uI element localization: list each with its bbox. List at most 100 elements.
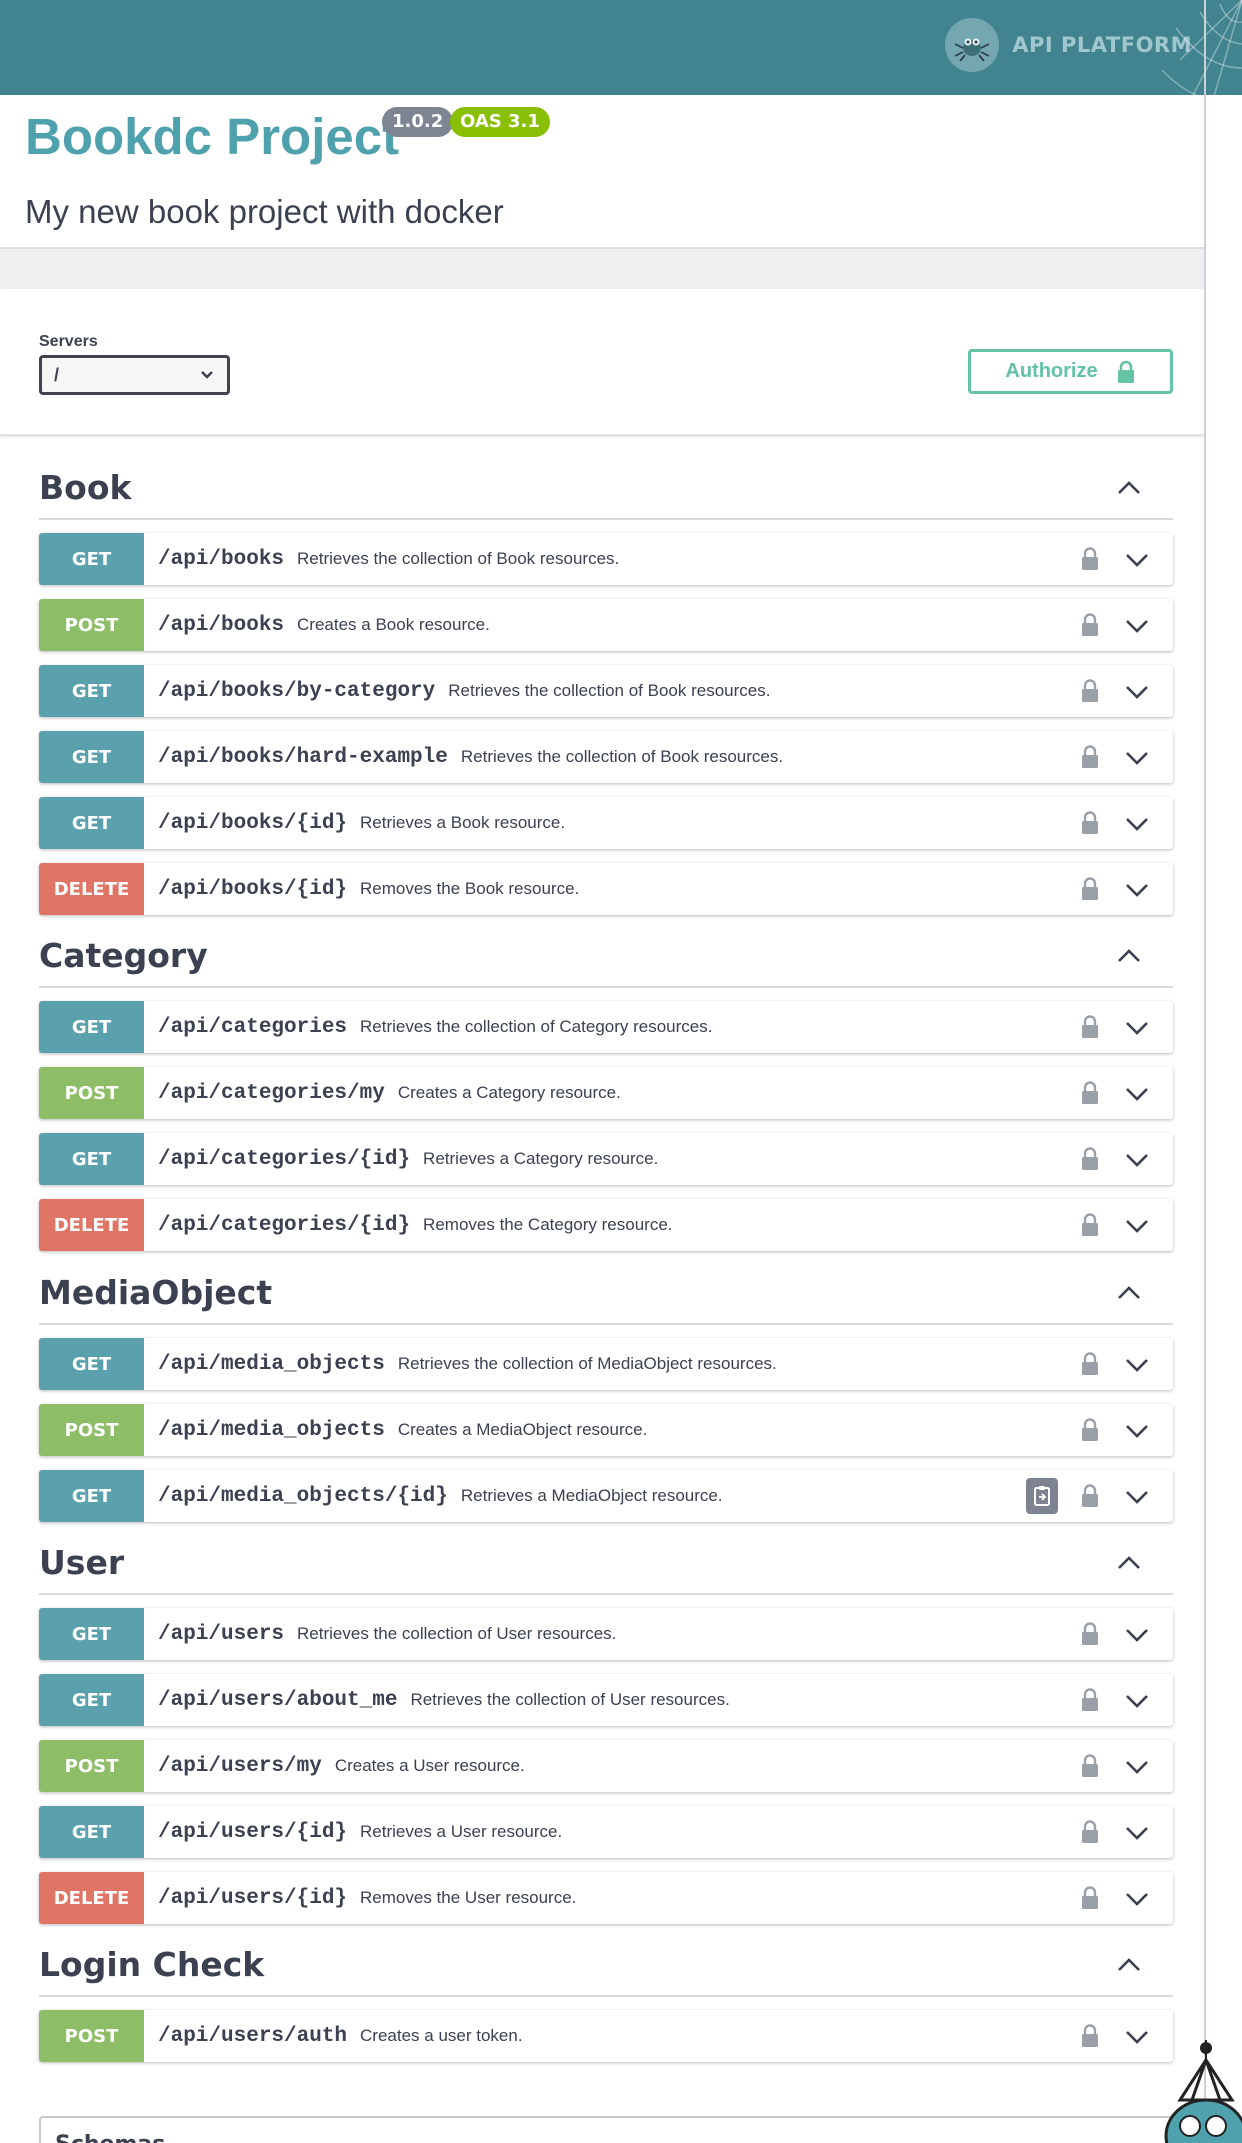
section-divider	[39, 518, 1173, 520]
operation-row[interactable]: GET/api/media_objects Retrieves the colle…	[39, 1338, 1173, 1390]
schemas-section[interactable]: Schemas	[39, 2116, 1173, 2143]
servers-selected-value: /	[54, 365, 60, 385]
chevron-down-icon[interactable]	[1123, 745, 1151, 774]
lock-icon[interactable]	[1079, 2023, 1101, 2054]
chevron-up-icon[interactable]	[1112, 1547, 1146, 1581]
section-title-mediaobject[interactable]: MediaObject	[39, 1273, 272, 1312]
chevron-down-icon[interactable]	[1123, 547, 1151, 576]
lock-icon[interactable]	[1079, 1014, 1101, 1045]
operation-row[interactable]: GET/api/users Retrieves the collection of…	[39, 1608, 1173, 1660]
lock-icon[interactable]	[1079, 1417, 1101, 1448]
chevron-down-icon[interactable]	[1123, 1484, 1151, 1513]
chevron-down-icon[interactable]	[1123, 1754, 1151, 1783]
method-badge-delete: DELETE	[39, 1199, 144, 1251]
operation-summary: Retrieves the collection of User resourc…	[297, 1624, 617, 1643]
chevron-down-icon[interactable]	[1123, 1081, 1151, 1110]
servers-select[interactable]: /	[39, 355, 230, 395]
chevron-down-icon[interactable]	[1123, 613, 1151, 642]
operation-row[interactable]: GET/api/books Retrieves the collection of…	[39, 533, 1173, 585]
operation-row[interactable]: GET/api/categories/{id} Retrieves a Categ…	[39, 1133, 1173, 1185]
operation-path: /api/books/hard-example	[158, 745, 448, 769]
lock-icon[interactable]	[1079, 744, 1101, 775]
lock-icon[interactable]	[1079, 1687, 1101, 1718]
authorize-button[interactable]: Authorize	[968, 349, 1173, 394]
section-title-login-check[interactable]: Login Check	[39, 1945, 264, 1984]
operation-row[interactable]: GET/api/books/hard-example Retrieves the …	[39, 731, 1173, 783]
operation-row[interactable]: POST/api/categories/my Creates a Category…	[39, 1067, 1173, 1119]
chevron-down-icon[interactable]	[1123, 1622, 1151, 1651]
operation-row[interactable]: GET/api/categories Retrieves the collecti…	[39, 1001, 1173, 1053]
lock-icon[interactable]	[1079, 1351, 1101, 1382]
chevron-up-icon[interactable]	[1112, 1277, 1146, 1311]
operation-path: /api/users	[158, 1622, 285, 1646]
lock-icon[interactable]	[1079, 612, 1101, 643]
method-badge-get: GET	[39, 1338, 144, 1390]
operation-row[interactable]: POST/api/books Creates a Book resource.	[39, 599, 1173, 651]
servers-label: Servers	[39, 333, 98, 350]
operation-path: /api/books/by-category	[158, 679, 436, 703]
method-badge-get: GET	[39, 1001, 144, 1053]
section-divider	[39, 1323, 1173, 1325]
lock-icon[interactable]	[1079, 1621, 1101, 1652]
method-badge-post: POST	[39, 1067, 144, 1119]
lock-icon[interactable]	[1079, 1819, 1101, 1850]
chevron-down-icon[interactable]	[1123, 1820, 1151, 1849]
lock-icon[interactable]	[1079, 810, 1101, 841]
chevron-down-icon[interactable]	[1123, 877, 1151, 906]
chevron-down-icon[interactable]	[1123, 1886, 1151, 1915]
copy-to-clipboard-icon[interactable]	[1026, 1478, 1058, 1514]
operation-path: /api/users/{id}	[158, 1820, 348, 1844]
operation-path: /api/books	[158, 613, 285, 637]
lock-icon[interactable]	[1079, 1212, 1101, 1243]
lock-icon[interactable]	[1079, 678, 1101, 709]
lock-icon[interactable]	[1079, 1080, 1101, 1111]
spacer-band	[0, 249, 1204, 289]
operation-row[interactable]: GET/api/media_objects/{id} Retrieves a Me…	[39, 1470, 1173, 1522]
operation-path: /api/categories/{id}	[158, 1213, 411, 1237]
operation-row[interactable]: GET/api/users/{id} Retrieves a User resou…	[39, 1806, 1173, 1858]
chevron-down-icon[interactable]	[1123, 679, 1151, 708]
lock-icon[interactable]	[1079, 1753, 1101, 1784]
lock-icon[interactable]	[1079, 546, 1101, 577]
method-badge-get: GET	[39, 665, 144, 717]
section-title-user[interactable]: User	[39, 1543, 124, 1582]
method-badge-get: GET	[39, 1674, 144, 1726]
chevron-up-icon[interactable]	[1112, 940, 1146, 974]
operation-path: /api/users/about_me	[158, 1688, 398, 1712]
chevron-down-icon[interactable]	[1123, 1015, 1151, 1044]
method-badge-post: POST	[39, 1404, 144, 1456]
operation-row[interactable]: GET/api/users/about_me Retrieves the coll…	[39, 1674, 1173, 1726]
section-title-category[interactable]: Category	[39, 936, 208, 975]
operation-row[interactable]: DELETE/api/users/{id} Removes the User re…	[39, 1872, 1173, 1924]
lock-icon[interactable]	[1079, 1885, 1101, 1916]
operation-summary: Creates a Category resource.	[397, 1083, 621, 1102]
operation-row[interactable]: POST/api/media_objects Creates a MediaObj…	[39, 1404, 1173, 1456]
chevron-down-icon[interactable]	[1123, 1418, 1151, 1447]
section-title-book[interactable]: Book	[39, 468, 131, 507]
operation-summary: Retrieves a Category resource.	[423, 1149, 659, 1168]
lock-icon[interactable]	[1079, 1146, 1101, 1177]
page-title: Bookdc Project	[25, 108, 400, 165]
chevron-down-icon[interactable]	[1123, 1688, 1151, 1717]
operation-row[interactable]: DELETE/api/books/{id} Removes the Book re…	[39, 863, 1173, 915]
chevron-up-icon[interactable]	[1112, 1949, 1146, 1983]
chevron-down-icon[interactable]	[1123, 1147, 1151, 1176]
chevron-down-icon[interactable]	[1123, 1352, 1151, 1381]
method-badge-get: GET	[39, 1470, 144, 1522]
authorize-label: Authorize	[1005, 360, 1098, 382]
operation-row[interactable]: POST/api/users/auth Creates a user token.	[39, 2010, 1173, 2062]
chevron-up-icon[interactable]	[1112, 472, 1146, 506]
chevron-down-icon[interactable]	[1123, 811, 1151, 840]
version-badge: 1.0.2	[382, 107, 454, 137]
operation-row[interactable]: GET/api/books/{id} Retrieves a Book resou…	[39, 797, 1173, 849]
operation-row[interactable]: DELETE/api/categories/{id} Removes the Ca…	[39, 1199, 1173, 1251]
chevron-down-icon[interactable]	[1123, 2024, 1151, 2053]
chevron-down-icon[interactable]	[1123, 1213, 1151, 1242]
lock-icon[interactable]	[1079, 1483, 1101, 1514]
operation-row[interactable]: GET/api/books/by-category Retrieves the c…	[39, 665, 1173, 717]
operation-path: /api/media_objects/{id}	[158, 1484, 448, 1508]
operation-row[interactable]: POST/api/users/my Creates a User resource…	[39, 1740, 1173, 1792]
operation-summary: Removes the Category resource.	[423, 1215, 673, 1234]
lock-icon[interactable]	[1079, 876, 1101, 907]
operation-path: /api/users/{id}	[158, 1886, 348, 1910]
